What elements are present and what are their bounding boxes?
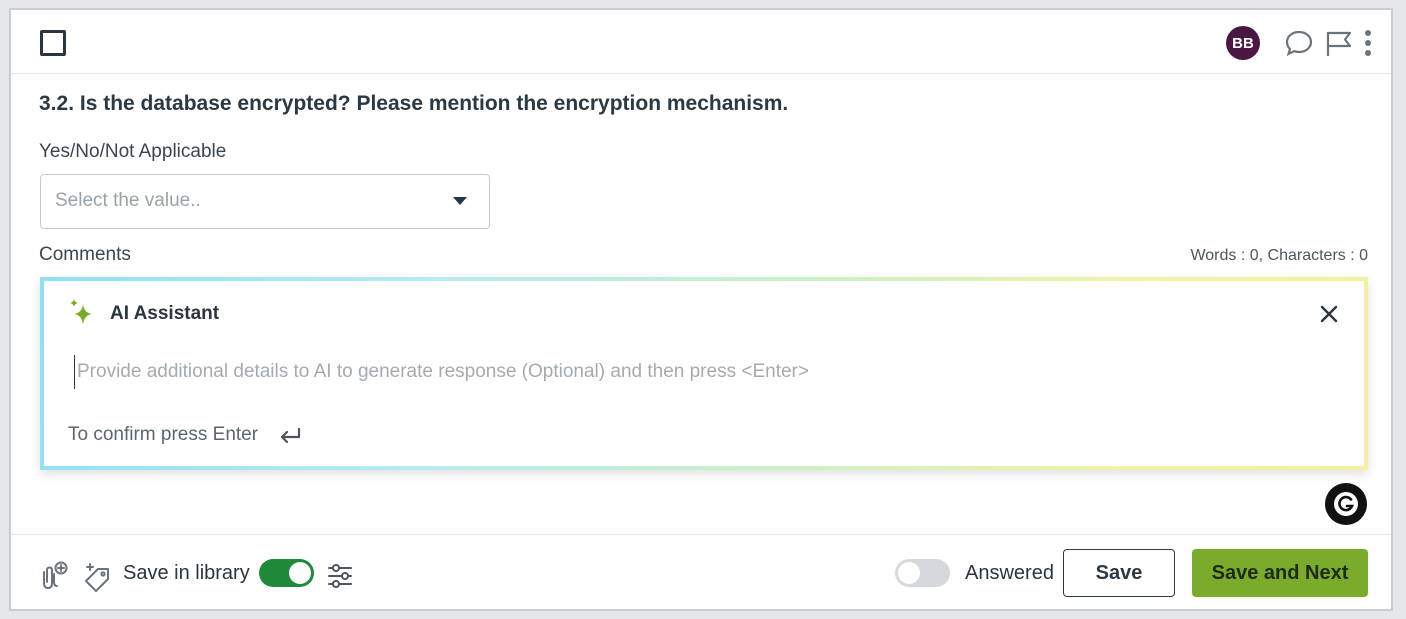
chevron-down-icon (453, 197, 467, 205)
ai-assistant-title: AI Assistant (110, 303, 220, 324)
save-in-library-toggle[interactable] (259, 559, 314, 587)
select-placeholder: Select the value.. (55, 190, 201, 211)
save-button[interactable]: Save (1063, 549, 1175, 597)
card-header: BB (11, 10, 1391, 74)
comment-icon[interactable] (1283, 27, 1315, 59)
attachment-add-icon[interactable] (37, 560, 69, 592)
settings-sliders-icon[interactable] (324, 560, 356, 592)
question-card: BB 3.2. Is the database encrypted? Pleas… (9, 8, 1393, 611)
select-checkbox[interactable] (40, 30, 66, 56)
answer-select[interactable]: Select the value.. (40, 174, 490, 229)
more-vertical-icon[interactable] (1353, 27, 1383, 59)
sparkle-icon (70, 299, 92, 325)
ai-assistant-panel: AI Assistant To confirm press Enter (40, 277, 1368, 470)
ai-prompt-input[interactable] (74, 355, 1314, 389)
question-title: 3.2. Is the database encrypted? Please m… (39, 92, 789, 115)
save-in-library-label: Save in library (123, 562, 250, 584)
answered-label: Answered (965, 562, 1054, 584)
confirm-hint: To confirm press Enter (68, 424, 259, 445)
close-icon[interactable] (1318, 303, 1340, 325)
avatar[interactable]: BB (1226, 26, 1260, 60)
card-footer: Save in library Answered Save Save and N… (11, 534, 1391, 609)
flag-icon[interactable] (1322, 27, 1354, 59)
answered-toggle[interactable] (895, 559, 950, 587)
enter-key-icon (280, 427, 301, 444)
word-counter: Words : 0, Characters : 0 (1190, 247, 1368, 264)
tag-add-icon[interactable] (81, 560, 113, 592)
save-and-next-button[interactable]: Save and Next (1192, 549, 1368, 597)
comments-label: Comments (39, 244, 131, 265)
select-label: Yes/No/Not Applicable (39, 141, 227, 162)
grammarly-icon[interactable] (1325, 483, 1367, 525)
